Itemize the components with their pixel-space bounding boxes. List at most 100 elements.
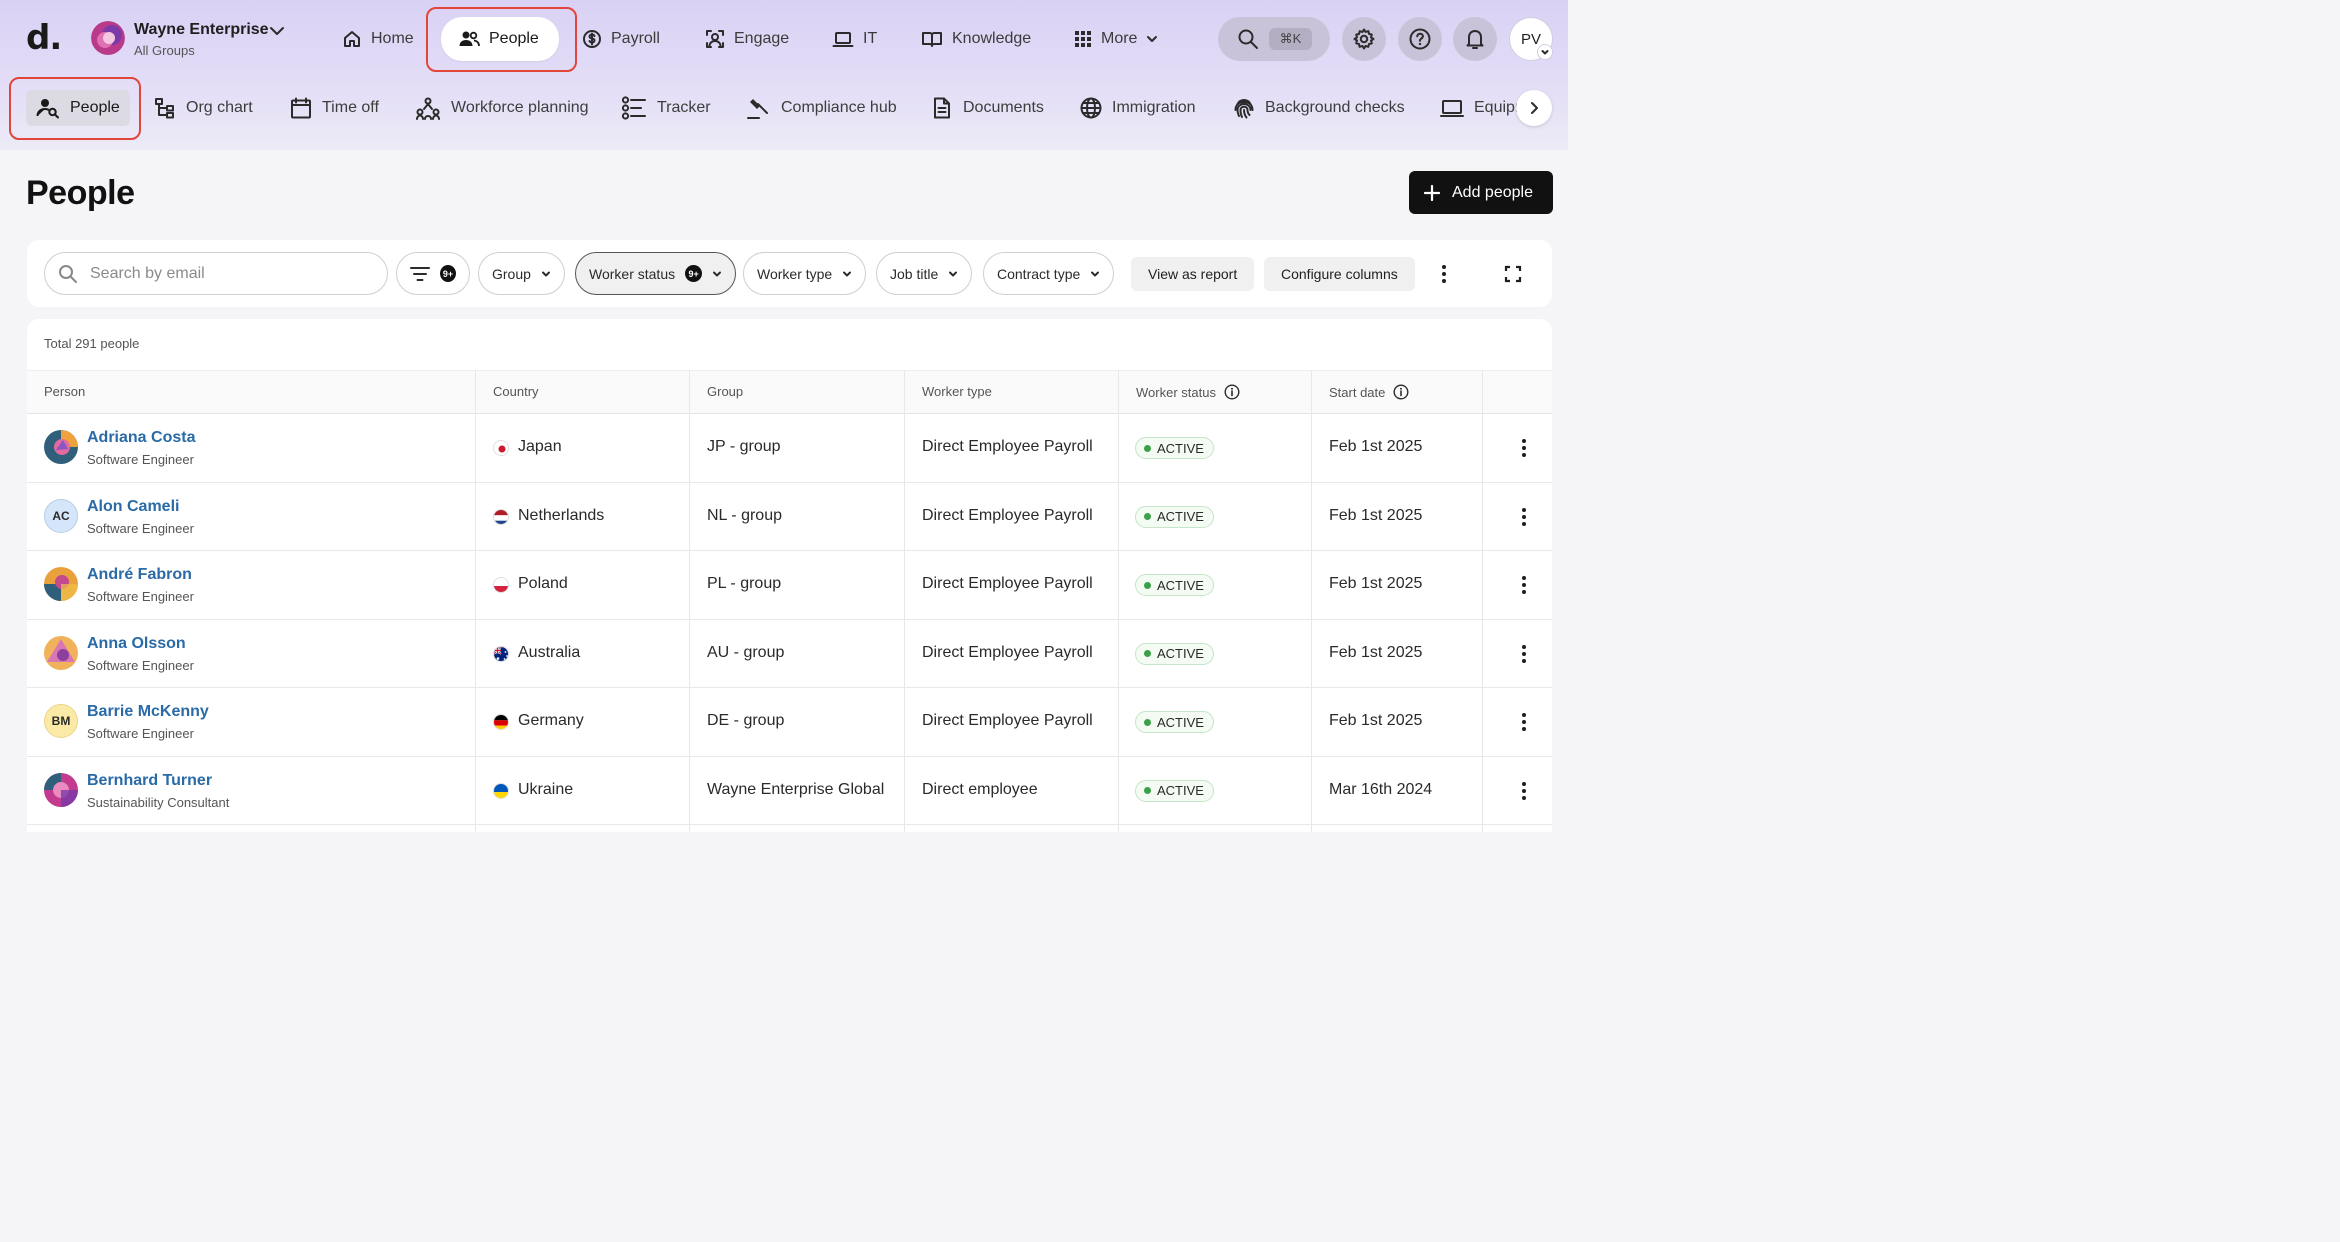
status-badge: ACTIVE [1135,642,1214,665]
globe-icon [1080,97,1102,119]
filter-icon [410,266,430,282]
table-row[interactable]: André Fabron Software Engineer Poland PL… [27,551,1552,620]
chevron-down-icon[interactable] [268,22,286,40]
person-name-link[interactable]: Adriana Costa [87,429,195,447]
group-filter-label: Group [492,265,531,282]
page-title: People [26,174,135,212]
nav-knowledge[interactable]: Knowledge [921,18,1031,60]
subnav-org-chart[interactable]: Org chart [154,90,253,126]
more-options-icon[interactable] [1434,264,1454,284]
nav-payroll[interactable]: Payroll [582,18,660,60]
row-actions-icon[interactable] [1514,575,1534,595]
nav-home[interactable]: Home [342,18,414,60]
calendar-icon [290,97,312,119]
person-name-link[interactable]: Alon Cameli [87,498,179,516]
worker-type-filter[interactable]: Worker type [743,252,867,295]
person-name-link[interactable]: André Fabron [87,566,192,584]
row-actions-icon[interactable] [1514,781,1534,801]
subnav-compliance-hub[interactable]: Compliance hub [745,90,897,126]
chevron-down-icon [1146,33,1158,45]
group-filter[interactable]: Group [478,252,565,295]
chevron-down-icon [541,269,551,279]
column-header-worker-type[interactable]: Worker type [922,384,992,399]
document-icon [931,97,953,119]
row-actions-icon[interactable] [1514,438,1534,458]
add-people-button[interactable]: Add people [1409,171,1553,214]
person-name-link[interactable]: Barrie McKenny [87,703,209,721]
contract-type-filter-label: Contract type [997,265,1081,282]
worker-status-filter[interactable]: Worker status 9+ [575,252,737,295]
contract-type-filter[interactable]: Contract type [983,252,1115,295]
column-divider [689,370,690,832]
subnav-time-off[interactable]: Time off [290,90,379,126]
configure-columns-button[interactable]: Configure columns [1264,257,1415,291]
filters-button[interactable]: 9+ [396,252,470,295]
subnav-documents[interactable]: Documents [931,90,1044,126]
settings-button[interactable] [1342,17,1386,61]
search-icon [1237,28,1259,50]
worker-type-cell: Direct Employee Payroll [922,438,1093,455]
table-row[interactable]: AC Alon Cameli Software Engineer Netherl… [27,483,1552,551]
org-name[interactable]: Wayne Enterprise [134,21,269,39]
table-row[interactable]: Bernhard Turner Sustainability Consultan… [27,757,1552,825]
column-header-person[interactable]: Person [44,384,85,399]
subnav-tracker[interactable]: Tracker [621,90,711,126]
chevron-down-icon[interactable] [1537,44,1553,60]
nav-knowledge-label: Knowledge [952,30,1032,47]
status-badge: ACTIVE [1135,574,1214,596]
nav-it[interactable]: IT [832,18,877,60]
person-name-link[interactable]: Anna Olsson [87,635,186,653]
subnav-time-off-label: Time off [322,99,379,116]
nav-engage[interactable]: Engage [705,18,789,60]
column-header-group[interactable]: Group [707,384,743,399]
country-cell: Ukraine [518,780,574,798]
subnav-scroll-right-button[interactable] [1516,90,1552,126]
top-header: d. Wayne Enterprise All Groups Home Peop… [0,0,1568,150]
column-header-country[interactable]: Country [493,384,539,399]
subnav-tracker-label: Tracker [657,99,711,116]
table-row[interactable]: Adriana Costa Software Engineer Japan JP… [27,414,1552,483]
column-header-start-date[interactable]: Start date [1329,384,1409,400]
column-header-country-label: Country [493,384,539,399]
person-role: Sustainability Consultant [87,794,230,810]
subnav-workforce-planning[interactable]: Workforce planning [415,90,589,126]
person-name-link[interactable]: Bernhard Turner [87,772,212,790]
avatar: BM [44,704,78,738]
subnav-compliance-hub-label: Compliance hub [781,99,897,116]
row-actions-icon[interactable] [1514,644,1534,664]
column-header-start-date-label: Start date [1329,384,1386,400]
info-icon[interactable] [1224,384,1240,400]
table-row[interactable]: BM Barrie McKenny Software Engineer Germ… [27,688,1552,757]
job-title-filter[interactable]: Job title [876,252,973,295]
fullscreen-icon[interactable] [1504,265,1522,283]
row-actions-icon[interactable] [1514,712,1534,732]
search-field[interactable] [44,252,388,295]
status-label: ACTIVE [1157,714,1204,730]
info-icon[interactable] [1393,384,1409,400]
org-groups: All Groups [134,43,195,58]
subnav-immigration[interactable]: Immigration [1080,90,1196,126]
status-badge: ACTIVE [1135,437,1214,459]
chevron-down-icon [1090,269,1100,279]
column-divider [904,370,905,832]
status-label: ACTIVE [1157,646,1204,661]
search-input[interactable] [90,264,370,283]
add-people-label: Add people [1452,183,1533,201]
status-badge: ACTIVE [1135,505,1214,528]
column-header-worker-status[interactable]: Worker status [1136,384,1240,400]
subnav-equipment[interactable]: Equipr [1440,90,1520,126]
filter-count-badge: 9+ [440,265,456,282]
notifications-button[interactable] [1453,17,1497,61]
plus-icon [1424,184,1440,201]
bell-icon [1464,27,1486,51]
status-dot [1144,444,1151,452]
nav-more[interactable]: More [1074,18,1158,60]
avatar [44,430,78,464]
person-role: Software Engineer [87,520,194,536]
row-actions-icon[interactable] [1514,507,1534,527]
table-row[interactable]: Anna Olsson Software Engineer Australia … [27,620,1552,688]
subnav-background-checks[interactable]: Background checks [1233,90,1405,126]
view-as-report-button[interactable]: View as report [1131,257,1255,291]
help-button[interactable] [1398,17,1442,61]
app-logo[interactable]: d. [26,18,62,58]
